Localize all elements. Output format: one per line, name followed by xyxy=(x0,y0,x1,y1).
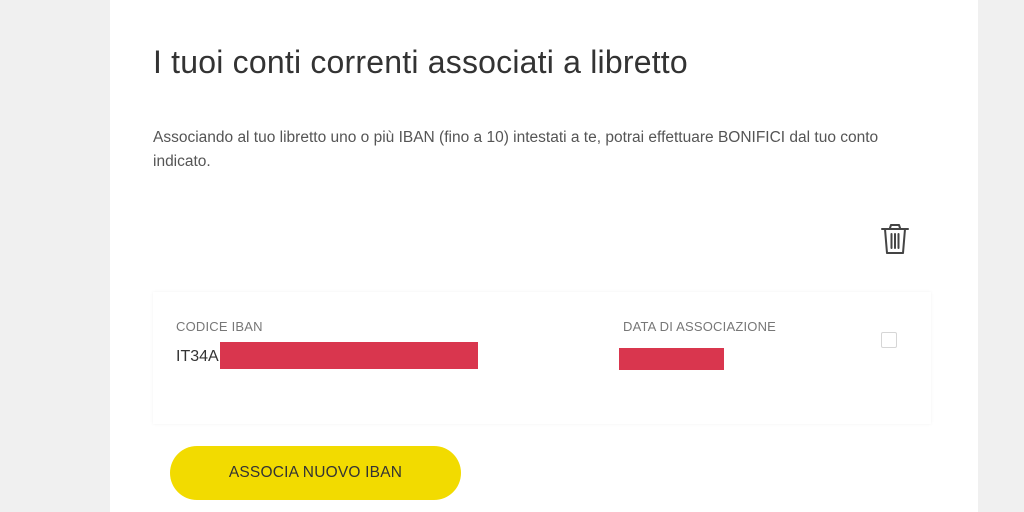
content-card: I tuoi conti correnti associati a libret… xyxy=(110,0,978,512)
iban-value: IT34A xyxy=(176,348,219,365)
iban-table-row: CODICE IBAN DATA DI ASSOCIAZIONE IT34A xyxy=(153,292,931,424)
section-description: Associando al tuo libretto uno o più IBA… xyxy=(153,129,879,170)
row-select-checkbox[interactable] xyxy=(881,332,897,348)
iban-redaction-bar xyxy=(220,342,478,369)
date-redaction-bar xyxy=(619,348,724,370)
column-header-iban: CODICE IBAN xyxy=(176,319,263,334)
page: I tuoi conti correnti associati a libret… xyxy=(0,0,1024,512)
page-title: I tuoi conti correnti associati a libret… xyxy=(153,44,688,80)
trash-icon xyxy=(881,224,909,254)
associate-new-iban-button[interactable]: ASSOCIA NUOVO IBAN xyxy=(170,446,461,500)
delete-button[interactable] xyxy=(879,222,911,256)
column-header-association-date: DATA DI ASSOCIAZIONE xyxy=(623,319,777,334)
